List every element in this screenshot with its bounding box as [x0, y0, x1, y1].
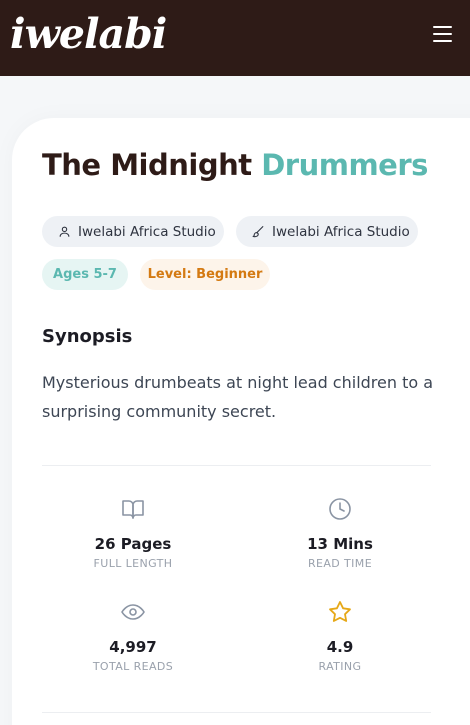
stat-read-time: 13 Mins READ TIME — [245, 497, 435, 570]
stat-rating: 4.9 RATING — [245, 600, 435, 673]
divider-bottom — [42, 712, 431, 713]
brush-icon — [252, 226, 264, 238]
top-header: iwelabi — [0, 0, 470, 76]
stat-read-time-label: READ TIME — [307, 557, 373, 570]
level-tag: Level: Beginner — [140, 259, 270, 290]
illustrator-chip[interactable]: Iwelabi Africa Studio — [236, 216, 418, 247]
stat-pages-value: 26 Pages — [94, 535, 172, 553]
stat-rating-label: RATING — [318, 660, 362, 673]
illustrator-name: Iwelabi Africa Studio — [272, 223, 410, 240]
stat-pages: 26 Pages FULL LENGTH — [38, 497, 228, 570]
author-name: Iwelabi Africa Studio — [78, 223, 216, 240]
book-title-main: The Midnight — [42, 148, 252, 182]
stat-rating-value: 4.9 — [326, 638, 354, 656]
stat-reads-value: 4,997 — [109, 638, 157, 656]
clock-icon — [329, 498, 351, 520]
book-title-accent: Drummers — [261, 148, 428, 182]
age-tag: Ages 5-7 — [42, 259, 128, 290]
author-chip[interactable]: Iwelabi Africa Studio — [42, 216, 224, 247]
synopsis-heading: Synopsis — [42, 326, 133, 347]
stat-pages-label: FULL LENGTH — [93, 557, 173, 570]
eye-icon — [121, 604, 145, 620]
divider-top — [42, 465, 431, 466]
star-icon — [329, 601, 351, 622]
logo[interactable]: iwelabi — [10, 6, 167, 62]
hamburger-menu-icon[interactable] — [430, 21, 456, 47]
open-book-icon — [122, 500, 144, 519]
book-title: The Midnight Drummers — [42, 148, 428, 182]
synopsis-text: Mysterious drumbeats at night lead child… — [42, 373, 434, 421]
user-icon — [59, 226, 70, 237]
stat-reads: 4,997 TOTAL READS — [38, 600, 228, 673]
stat-read-time-value: 13 Mins — [307, 535, 373, 553]
stat-reads-label: TOTAL READS — [92, 660, 174, 673]
